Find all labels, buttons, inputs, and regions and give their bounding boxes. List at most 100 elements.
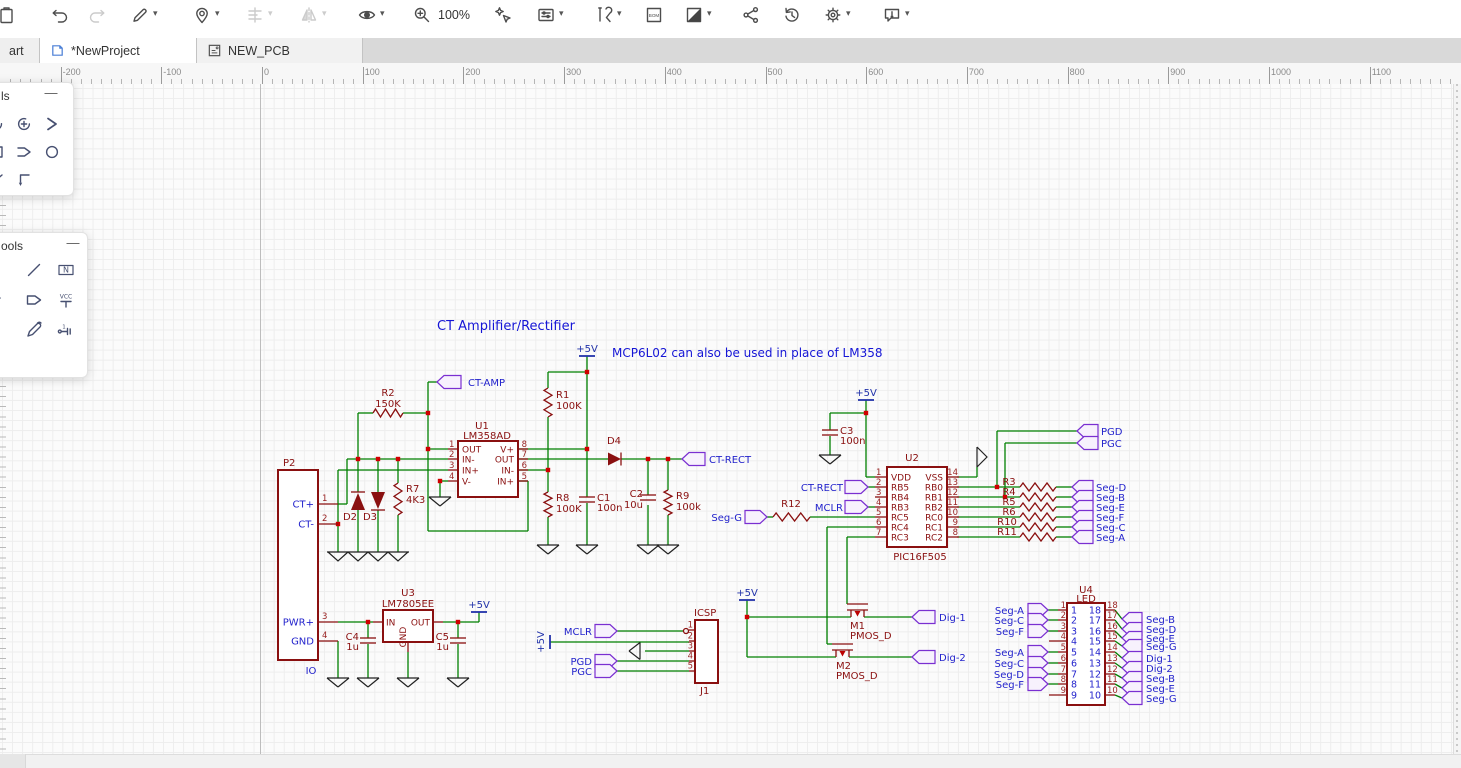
wiring-tools-title: ools [1,239,23,253]
ruler-major-tick [1168,67,1169,84]
redo-button [85,3,109,27]
zoom-in-button[interactable] [410,3,434,27]
pcb-doc-icon [207,43,222,58]
tab-newpcb[interactable]: NEW_PCB [197,38,363,63]
pencil-button[interactable] [128,3,152,27]
pencil-icon [130,5,150,25]
drawing-tools-title: ls [1,89,10,103]
align-button [243,3,267,27]
ruler-major-tick [262,67,263,84]
history-button[interactable] [780,3,804,27]
align-icon [245,5,265,25]
ruler-major-tick [1269,67,1270,84]
theme-dropdown-caret[interactable]: ▾ [707,9,712,18]
pin-tool-icon[interactable]: 1 [53,317,79,343]
minimize-icon[interactable]: — [65,235,81,251]
right-scrollbar[interactable] [1453,84,1461,754]
pencil-dropdown-caret[interactable]: ▾ [153,9,158,18]
ruler-major-tick [665,67,666,84]
location-button[interactable] [190,3,214,27]
mirror-icon [299,5,319,25]
line-tool-icon[interactable] [0,167,9,193]
panel-button[interactable] [534,3,558,27]
tab-newproject-label: *NewProject [71,44,140,58]
eye-button[interactable] [355,3,379,27]
vcc-tool-icon[interactable]: VCC [53,287,79,313]
ruler-major-tick [463,67,464,84]
tab-newpcb-label: NEW_PCB [228,44,290,58]
bus-entry-tool-icon[interactable] [0,287,11,313]
net-port-tool-icon[interactable] [21,287,47,313]
ruler-major-tick [866,67,867,84]
svg-text:VCC: VCC [60,294,72,301]
feedback-dropdown-caret[interactable]: ▾ [905,9,910,18]
bom-icon: BOM [644,5,664,25]
location-dropdown-caret[interactable]: ▾ [215,9,220,18]
ruler-major-tick [766,67,767,84]
grid-origin-line [260,84,261,754]
corner-arrow-tool-icon[interactable] [11,167,37,193]
align-dropdown-caret: ▾ [268,9,273,18]
pen-tool-icon[interactable] [21,317,47,343]
arrow-tool-icon[interactable] [39,111,65,137]
tabbar-empty-space [363,38,1461,63]
undo-button[interactable] [48,3,72,27]
svg-text:N: N [63,266,69,275]
bom-button[interactable]: BOM [642,3,666,27]
theme-icon [684,5,704,25]
schematic-canvas[interactable] [0,84,1461,754]
easyeda-window: { "toolbar": { "zoom_level": "100%", "bo… [0,0,1461,768]
horizontal-scrollbar[interactable] [0,754,1461,768]
eye-dropdown-caret[interactable]: ▾ [380,9,385,18]
ruler-label: 200 [465,67,480,77]
clipboard-button[interactable] [0,3,18,27]
ruler-major-tick [161,67,162,84]
drawing-tools-panel: ls — [0,82,74,196]
settings-dropdown-caret[interactable]: ▾ [846,9,851,18]
panel-dropdown-caret[interactable]: ▾ [559,9,564,18]
tab-start-partial[interactable]: art [0,38,40,63]
eye-icon [357,5,377,25]
share-button[interactable] [739,3,763,27]
zoom-level[interactable]: 100% [438,8,470,22]
bus-tool-icon[interactable] [0,257,11,283]
probe-tool-icon[interactable] [0,317,11,343]
ruler-major-tick [363,67,364,84]
ruler-major-tick [967,67,968,84]
wiring-tools-panel: ools — N VCC 1 [0,232,88,378]
feedback-icon [882,5,902,25]
ruler-label: 500 [768,67,783,77]
tools-icon [594,5,614,25]
settings-button[interactable] [821,3,845,27]
history-icon [782,5,802,25]
circle-arc-tool-icon[interactable] [11,111,37,137]
svg-text:1: 1 [62,325,66,331]
pentagon-arrow-tool-icon[interactable] [11,139,37,165]
ruler-label: 400 [667,67,682,77]
ruler-label: 100 [365,67,380,77]
ruler-label: 0 [264,67,269,77]
mirror-button [297,3,321,27]
feedback-button[interactable] [880,3,904,27]
wizard-icon [493,5,513,25]
redo-icon [87,5,107,25]
ruler-label: 1000 [1271,67,1291,77]
tab-newproject[interactable]: *NewProject [40,38,197,63]
mirror-dropdown-caret: ▾ [322,9,327,18]
net-label-tool-icon[interactable]: N [53,257,79,283]
document-tabbar: art *NewProject NEW_PCB [0,38,1461,63]
tools-button[interactable] [592,3,616,27]
ruler-label: 900 [1170,67,1185,77]
circle-tool-icon[interactable] [39,139,65,165]
arc-tool-icon[interactable] [0,111,9,137]
ruler-label: -200 [63,67,81,77]
rect-tool-icon[interactable] [0,139,9,165]
minimize-icon[interactable]: — [43,85,59,101]
wire-tool-icon[interactable] [21,257,47,283]
svg-text:BOM: BOM [649,13,660,18]
theme-button[interactable] [682,3,706,27]
wizard-button[interactable] [491,3,515,27]
tools-dropdown-caret[interactable]: ▾ [617,9,622,18]
settings-icon [823,5,843,25]
ruler-major-tick [1068,67,1069,84]
